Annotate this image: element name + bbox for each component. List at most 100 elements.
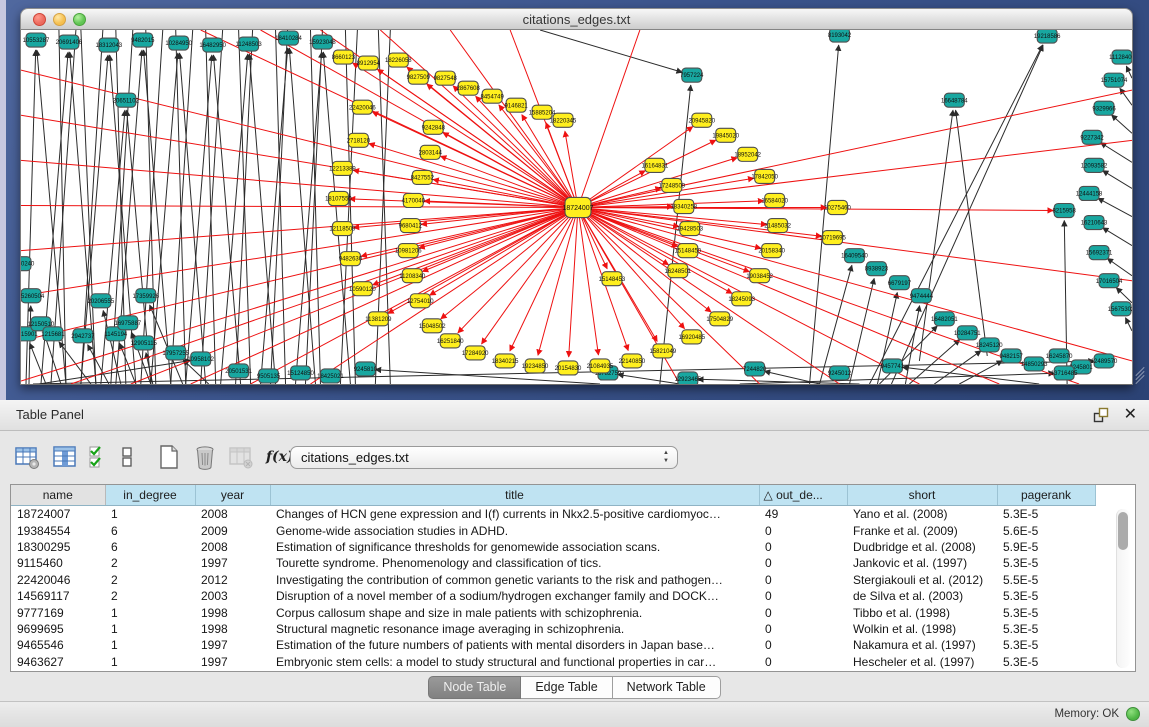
graph-node[interactable]: 4170040 — [402, 193, 426, 207]
graph-node[interactable]: 17504829 — [706, 312, 733, 326]
graph-node[interactable]: 12213389 — [329, 161, 356, 175]
table-row[interactable]: 1938455462009Genome-wide association stu… — [11, 522, 1095, 538]
graph-node[interactable]: 16248501 — [664, 264, 691, 278]
graph-node[interactable]: 10284751 — [954, 326, 981, 340]
graph-node[interactable]: 9245810 — [354, 362, 378, 376]
table-row[interactable]: 1456911722003Disruption of a novel membe… — [11, 588, 1095, 604]
column-header-in_degree[interactable]: in_degree — [105, 485, 195, 506]
graph-node[interactable]: 15923048 — [309, 35, 336, 49]
graph-node[interactable]: 20651102 — [113, 93, 140, 107]
graph-node[interactable]: 9827548 — [434, 71, 458, 85]
graph-node[interactable]: 16482051 — [931, 312, 958, 326]
graph-node[interactable]: 20206555 — [88, 294, 115, 308]
graph-node[interactable]: 8660123 — [332, 50, 356, 64]
graph-node[interactable]: 6679197 — [888, 276, 912, 290]
graph-node[interactable]: 19234850 — [522, 359, 549, 373]
graph-node[interactable]: 9482015 — [131, 33, 155, 47]
graph-node[interactable]: 16210643 — [1081, 216, 1108, 230]
graph-node[interactable]: 7244820 — [743, 362, 767, 376]
graph-node[interactable]: 16584020 — [761, 193, 788, 207]
graph-node[interactable]: 8193042 — [828, 30, 852, 42]
table-row[interactable]: 946362711997Embryonic stem cells: a mode… — [11, 654, 1095, 670]
graph-node[interactable]: 11248503 — [235, 37, 262, 51]
graph-node[interactable]: 15148450 — [674, 244, 701, 258]
graph-node[interactable]: 19845020 — [712, 128, 739, 142]
graph-node[interactable]: 15885204 — [529, 105, 556, 119]
graph-node[interactable]: 11381209 — [365, 312, 392, 326]
function-builder-icon[interactable]: f(x) — [266, 444, 292, 470]
graph-node[interactable]: 16409540 — [841, 249, 868, 263]
graph-node[interactable]: 11208340 — [399, 269, 426, 283]
import-table-icon[interactable] — [228, 444, 254, 470]
graph-node[interactable]: 10553287 — [23, 33, 50, 47]
graph-node[interactable]: 9457741 — [881, 359, 905, 373]
graph-node[interactable]: 18245093 — [728, 292, 755, 306]
graph-node[interactable]: 18220345 — [550, 113, 577, 127]
graph-node[interactable]: 18340258 — [670, 199, 697, 213]
graph-node[interactable]: 12444158 — [1076, 186, 1103, 200]
graph-node[interactable]: 9505135 — [257, 369, 281, 383]
graph-node[interactable]: 21485032 — [764, 219, 791, 233]
graph-node[interactable]: 12923465 — [674, 372, 701, 384]
graph-node[interactable]: 18410284 — [275, 31, 302, 45]
graph-node[interactable]: 8912954 — [357, 56, 381, 70]
graph-node[interactable]: 18724007 — [562, 197, 593, 217]
graph-node[interactable]: 10590120 — [349, 282, 376, 296]
graph-node[interactable]: 16164831 — [642, 158, 669, 172]
graph-node[interactable]: 12905115 — [131, 336, 158, 350]
graph-node[interactable]: 15148453 — [599, 272, 626, 286]
graph-node[interactable]: 12093582 — [1081, 158, 1108, 172]
network-canvas[interactable]: 1055328720691406183120439482015102849501… — [20, 30, 1133, 385]
graph-node[interactable]: 10958102 — [187, 352, 214, 366]
delete-column-icon[interactable] — [192, 444, 218, 470]
graph-node[interactable]: 10275460 — [824, 200, 851, 214]
network-view-window[interactable]: citations_edges.txt 10553287206914061831… — [20, 8, 1133, 385]
graph-node[interactable]: 9329966 — [1092, 101, 1116, 115]
graph-node[interactable]: 12118509 — [329, 222, 356, 236]
graph-node[interactable]: 9827509 — [407, 70, 431, 84]
table-row[interactable]: 1872400712008Changes of HCN gene express… — [11, 506, 1095, 523]
graph-node[interactable]: 16920485 — [678, 330, 705, 344]
graph-node[interactable]: 15675302 — [1108, 302, 1132, 316]
column-header-title[interactable]: title — [270, 485, 759, 506]
table-row[interactable]: 2242004622012Investigating the contribut… — [11, 572, 1095, 588]
window-titlebar[interactable]: citations_edges.txt — [20, 8, 1133, 30]
graph-node[interactable]: 9474444 — [910, 289, 934, 303]
column-header-short[interactable]: short — [847, 485, 997, 506]
graph-node[interactable]: 16251840 — [437, 334, 464, 348]
graph-node[interactable]: 22140850 — [619, 354, 646, 368]
table-select-dropdown[interactable]: citations_edges.txt ▲▼ — [290, 446, 678, 469]
graph-node[interactable]: 16648784 — [941, 93, 968, 107]
column-header-pagerank[interactable]: pagerank — [997, 485, 1095, 506]
graph-node[interactable]: 15692371 — [1086, 246, 1113, 260]
show-columns-icon[interactable] — [52, 444, 78, 470]
graph-node[interactable]: 2867608 — [457, 81, 481, 95]
table-row[interactable]: 977716911998Corpus callosum shape and si… — [11, 604, 1095, 620]
graph-node[interactable]: 9242848 — [422, 120, 446, 134]
graph-node[interactable]: 18245120 — [976, 338, 1003, 352]
new-column-icon[interactable] — [156, 444, 182, 470]
graph-node[interactable]: 2718120 — [347, 133, 371, 147]
graph-node[interactable]: 7957224 — [680, 68, 704, 82]
graph-node[interactable]: 17957255 — [162, 346, 189, 360]
graph-node[interactable]: 11128405 — [1109, 50, 1132, 64]
graph-node[interactable]: 18952042 — [734, 147, 761, 161]
graph-node[interactable]: 17248509 — [659, 178, 686, 192]
graph-node[interactable]: 18340215 — [492, 354, 519, 368]
close-panel-icon[interactable]: ✕ — [1124, 404, 1137, 424]
graph-node[interactable]: 15751074 — [1101, 73, 1128, 87]
graph-node[interactable]: 15048502 — [419, 319, 446, 333]
graph-node[interactable]: 16975887 — [114, 316, 141, 330]
resize-grip[interactable] — [1134, 368, 1146, 380]
graph-node[interactable]: 20158340 — [758, 244, 785, 258]
graph-node[interactable]: 8454749 — [480, 89, 504, 103]
table-row[interactable]: 1830029562008Estimation of significance … — [11, 539, 1095, 555]
table-row[interactable]: 969969511998Structural magnetic resonanc… — [11, 621, 1095, 637]
graph-node[interactable]: 15124850 — [287, 366, 314, 380]
graph-node[interactable]: 8427552 — [411, 170, 435, 184]
graph-node[interactable]: 22420046 — [349, 100, 376, 114]
graph-node[interactable]: 17016504 — [1096, 274, 1123, 288]
graph-node[interactable]: 20945820 — [688, 113, 715, 127]
graph-node[interactable]: 18107550 — [325, 191, 352, 205]
graph-node[interactable]: 9482157 — [1000, 349, 1024, 363]
